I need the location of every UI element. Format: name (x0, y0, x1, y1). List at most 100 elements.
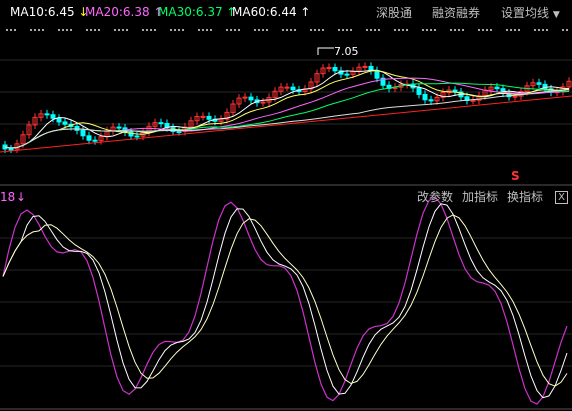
marker-dot (70, 29, 72, 31)
marker-dot (238, 29, 240, 31)
marker-dot (114, 29, 116, 31)
oscillator-lines (2, 196, 568, 405)
shenzhen-connect-button[interactable]: 深股通 (376, 5, 412, 21)
marker-dot (174, 29, 176, 31)
marker-dot (314, 29, 316, 31)
candle-body (284, 86, 290, 89)
marker-dot (6, 29, 8, 31)
ma-legend-item: MA60:6.44 ↑ (232, 4, 310, 20)
marker-dot (30, 29, 32, 31)
marker-dot (146, 29, 148, 31)
candle-body (362, 65, 368, 68)
marker-dot (350, 29, 352, 31)
candle-body (134, 135, 140, 138)
candle-body (290, 86, 296, 91)
marker-dot (514, 29, 516, 31)
marker-dot (562, 29, 564, 31)
marker-dot (506, 29, 508, 31)
candle-body (200, 115, 206, 118)
marker-dot (534, 29, 536, 31)
marker-dot (422, 29, 424, 31)
marker-dot (254, 29, 256, 31)
marker-dot (538, 29, 540, 31)
marker-dot (546, 29, 548, 31)
marker-dot (398, 29, 400, 31)
ma-legend-item: MA30:6.37 ↑ (158, 4, 236, 20)
marker-dot (322, 29, 324, 31)
marker-dot (294, 29, 296, 31)
marker-dot (454, 29, 456, 31)
candle-body (176, 130, 182, 133)
marker-dot (542, 29, 544, 31)
candle-body (206, 115, 212, 120)
candle-body (44, 113, 50, 116)
marker-dot (126, 29, 128, 31)
marker-dot (290, 29, 292, 31)
marker-dot (38, 29, 40, 31)
marker-dot (462, 29, 464, 31)
ma-legend-value: MA60:6.44 (232, 5, 297, 19)
marker-dot (430, 29, 432, 31)
marker-dot (318, 29, 320, 31)
marker-dot (142, 29, 144, 31)
candle-body (536, 82, 542, 85)
candle-body (50, 114, 56, 119)
marker-dot (230, 29, 232, 31)
candle-body (512, 95, 518, 98)
marker-dot (286, 29, 288, 31)
marker-dot (366, 29, 368, 31)
indicator-arrow-down-icon: ↓ (16, 190, 27, 204)
close-icon[interactable]: X (555, 191, 568, 204)
candle-body (56, 117, 62, 123)
oscillator-fast-line (2, 196, 568, 405)
marker-dot (486, 29, 488, 31)
candle-body (158, 122, 164, 125)
marker-dot (122, 29, 124, 31)
candle-body (374, 70, 380, 79)
marker-dot (210, 29, 212, 31)
candle-body (326, 67, 332, 70)
add-indicator-button[interactable]: 加指标 (462, 189, 498, 205)
peak-price-label: 7.05 (334, 45, 359, 58)
indicator-name-partial: 18 (0, 190, 16, 204)
candle-body (428, 99, 434, 102)
ma-settings-label: 设置均线 (501, 6, 550, 20)
candle-body (260, 101, 266, 104)
marker-dot (182, 29, 184, 31)
ma-legend-item: MA10:6.45 ↓ (10, 4, 88, 20)
marker-dot (262, 29, 264, 31)
marker-dot (378, 29, 380, 31)
ma-legend-value: MA20:6.38 (85, 5, 150, 19)
marker-dot (86, 29, 88, 31)
marker-dot (10, 29, 12, 31)
candle-body (422, 93, 428, 101)
peak-marker-line (317, 47, 334, 55)
ma-trend-arrow-icon: ↑ (296, 5, 311, 19)
marker-dot (282, 29, 284, 31)
marker-dot (342, 29, 344, 31)
switch-indicator-button[interactable]: 换指标 (507, 189, 543, 205)
marker-dot (266, 29, 268, 31)
candle-body (494, 86, 500, 90)
marker-dot (426, 29, 428, 31)
marker-dot (202, 29, 204, 31)
ma-legend-value: MA30:6.37 (158, 5, 223, 19)
oscillator-mid-line (2, 203, 568, 399)
marker-dot (310, 29, 312, 31)
candle-body (62, 121, 68, 125)
marker-dot (94, 29, 96, 31)
marker-dot (178, 29, 180, 31)
marker-dot (518, 29, 520, 31)
change-params-button[interactable]: 改参数 (417, 189, 453, 205)
marker-dot (450, 29, 452, 31)
candle-body (416, 87, 422, 95)
ma-settings-button[interactable]: 设置均线 ▼ (501, 5, 560, 23)
marker-dot (34, 29, 36, 31)
candlestick-series (2, 62, 572, 154)
marker-dot (98, 29, 100, 31)
chart-canvas (0, 29, 572, 410)
marker-dot (206, 29, 208, 31)
marker-dot (198, 29, 200, 31)
margin-trading-button[interactable]: 融资融券 (432, 5, 480, 21)
marker-dot (374, 29, 376, 31)
